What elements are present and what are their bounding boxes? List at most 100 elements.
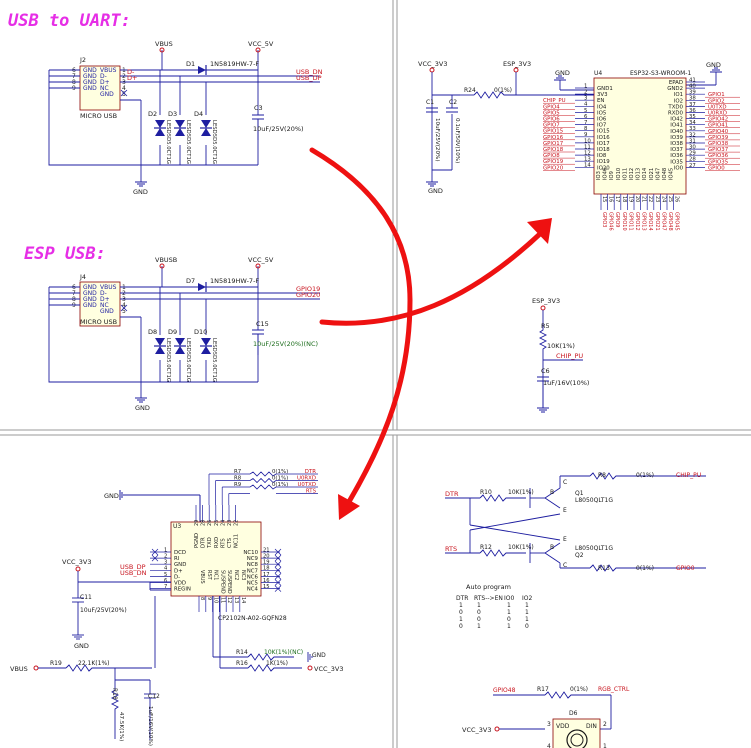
cp-gnd-left: GND [104, 492, 119, 500]
cp-pin-name: NC3 [240, 570, 246, 580]
cp-pin-number: 26 [207, 520, 213, 526]
r8-net: CHIP_PU [676, 472, 701, 479]
esp-gnd-bottom: GND [428, 187, 443, 195]
esp-pin-number: 30 [689, 145, 696, 151]
d6-pin4: 4 [547, 743, 551, 748]
esp-gnd-top-right: GND [706, 61, 721, 69]
res-ref: R9 [234, 482, 242, 488]
tvs-ref: D2 [148, 110, 157, 118]
c11-ref: C11 [80, 594, 92, 601]
esp-pin-name: IO5 [597, 110, 606, 116]
esp-pin-number: 2 [584, 90, 587, 96]
usb-uart-vcc-label: VCC_5V [248, 40, 274, 48]
esp-pin-number: 27 [689, 163, 696, 169]
usb-uart-block: J2 MICRO USB 6 GND7 GND8 GND9 GND VBUS 1D- 2D+… [48, 40, 323, 196]
cp-pin-name: D- [174, 574, 180, 580]
r12-value: 10K(1%) [508, 544, 534, 551]
r17-ref: R17 [537, 686, 549, 693]
esp-net-label: GPIO3 [601, 212, 607, 227]
esp-net-label: GPIO47 [660, 212, 666, 231]
esp-pin-number: 26 [674, 196, 680, 202]
cp-pin-number: 4 [164, 566, 168, 572]
cp-pin-number: 18 [263, 566, 270, 572]
esp-pin-number: 5 [584, 108, 587, 114]
r18-ref: R18 [111, 688, 118, 700]
cp-pin-name: D+ [174, 568, 183, 574]
esp-pin-number: 23 [654, 196, 660, 202]
j2-name: MICRO USB [80, 112, 117, 120]
q1-e: E [563, 507, 567, 514]
esp-net-label: GPIO48 [667, 212, 673, 231]
esp-pin-number: 24 [660, 196, 666, 202]
esp-pin-number: 16 [608, 196, 614, 202]
esp-net-label: GPIO21 [654, 212, 660, 231]
esp-pin-number: 6 [584, 114, 588, 120]
tvs-value: LESD5D5.0CT1G [211, 338, 217, 382]
r24-value: 0(1%) [494, 87, 512, 94]
esp-pin-number: 32 [689, 132, 696, 138]
esp-pin-number: 29 [689, 151, 696, 157]
esp-pin-number: 36 [689, 108, 696, 114]
autoprog-cell: 0 [477, 616, 481, 623]
tvs-diode-icon [201, 120, 211, 128]
d1-value: 1N5819HW-7-F [210, 60, 259, 68]
esp-pin-number: 38 [689, 96, 696, 102]
cp-pin-number: 20 [263, 554, 270, 560]
cp-pin-number: 23 [227, 520, 233, 526]
cp-pin-name: CTS [227, 538, 233, 548]
esp-pin-name: IO19 [597, 159, 610, 165]
tvs-diode-icon [155, 120, 165, 128]
autoprog-cell: 1 [459, 602, 463, 609]
cp-pin-number: 21 [263, 547, 270, 553]
cp-pin-number: 15 [263, 584, 270, 590]
tvs-diode-icon [175, 338, 185, 346]
tvs-ref: D10 [194, 328, 207, 336]
cp-vbus-wires [38, 596, 156, 740]
d6-pin2: 2 [603, 721, 607, 728]
rgb-vcc-port-icon [494, 726, 500, 732]
q2-c: C [563, 562, 567, 569]
r12-ref: R12 [480, 544, 492, 551]
esp-pin-name: IO10 [616, 168, 622, 180]
esp-pin-number: 40 [689, 84, 696, 90]
q1-b: B [550, 489, 554, 496]
esp-right-pins: 41EPAD40GND239IO1 GPIO138IO2 GPIO237TXD0 U0… [667, 77, 740, 171]
autoprog-cell: 1 [525, 609, 529, 616]
tvs-ref: D3 [168, 110, 177, 118]
j4-ref: J4 [79, 273, 86, 281]
esp-module-name: ESP32-S3-WROOM-1 [630, 70, 691, 77]
esp-pin-name: EPAD [669, 80, 683, 86]
esp-pin-number: 22 [647, 196, 653, 202]
cp-pin-name: TXD [207, 537, 213, 549]
cp-vcc: VCC_3V3 [62, 558, 92, 566]
autoprog-cell: 1 [507, 609, 511, 616]
esp-net-label: GPIO12 [634, 212, 640, 231]
cp-pin-number: 6 [164, 578, 167, 584]
esp-net-label: GPIO11 [627, 212, 633, 231]
cp-gnd-left-icon [119, 490, 201, 522]
autoprog-cell: 0 [459, 609, 463, 616]
c1-value: 10uF/25V(20%) [434, 118, 440, 162]
en-rc-vcc: ESP_3V3 [532, 297, 560, 305]
cp-pin-number: 16 [263, 578, 270, 584]
autoprog-table: DTR RTS-->EN IO0 IO21 1 1 10 0 1 11 0 0 10 1 1 0 [456, 595, 532, 630]
cp-vcc-port-icon [75, 566, 81, 572]
esp-pin-name: IO17 [597, 141, 610, 147]
tvs-diode-icon [155, 346, 165, 354]
esp-pin-name: IO13 [636, 168, 642, 180]
r13-ref: R13 [598, 565, 610, 572]
esp-pin-number: 35 [689, 114, 696, 120]
esp-pin-name: IO7 [597, 123, 606, 129]
q2-value: L8050QLT1G [575, 545, 613, 552]
cp-pin-name: RI [174, 556, 180, 562]
esp-pin-name: IO2 [674, 98, 683, 104]
cp-pin-number: 9 [206, 597, 212, 600]
tvs-value: LESD5D5.0CT1G [185, 338, 191, 382]
r8-ref: R8 [598, 472, 606, 479]
esp-pin-name: IO45 [669, 168, 675, 180]
ap-dtr: DTR [445, 490, 459, 498]
esp-pin-name: IO1 [674, 92, 683, 98]
q1-ref: Q1 [575, 490, 584, 497]
r14-gnd: GND [312, 652, 326, 659]
r5-ref: R5 [541, 322, 550, 330]
